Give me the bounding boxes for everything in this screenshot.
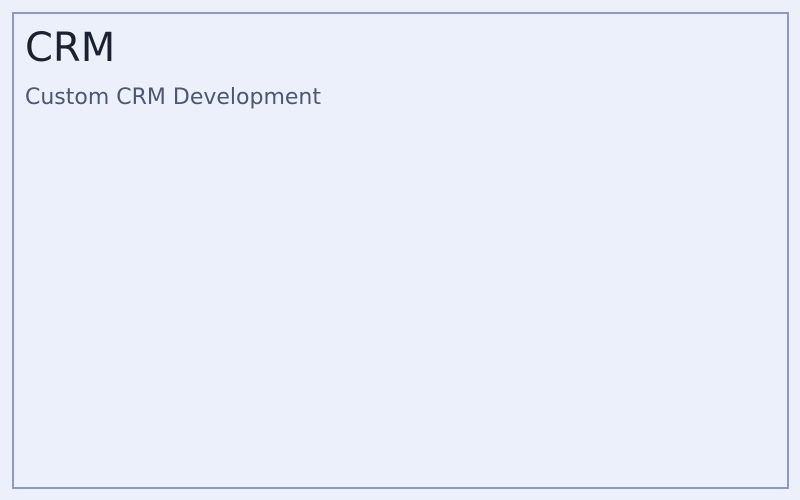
crm-card: CRM Custom CRM Development [12,12,789,489]
card-title: CRM [25,25,116,71]
card-subtitle: Custom CRM Development [25,85,322,110]
